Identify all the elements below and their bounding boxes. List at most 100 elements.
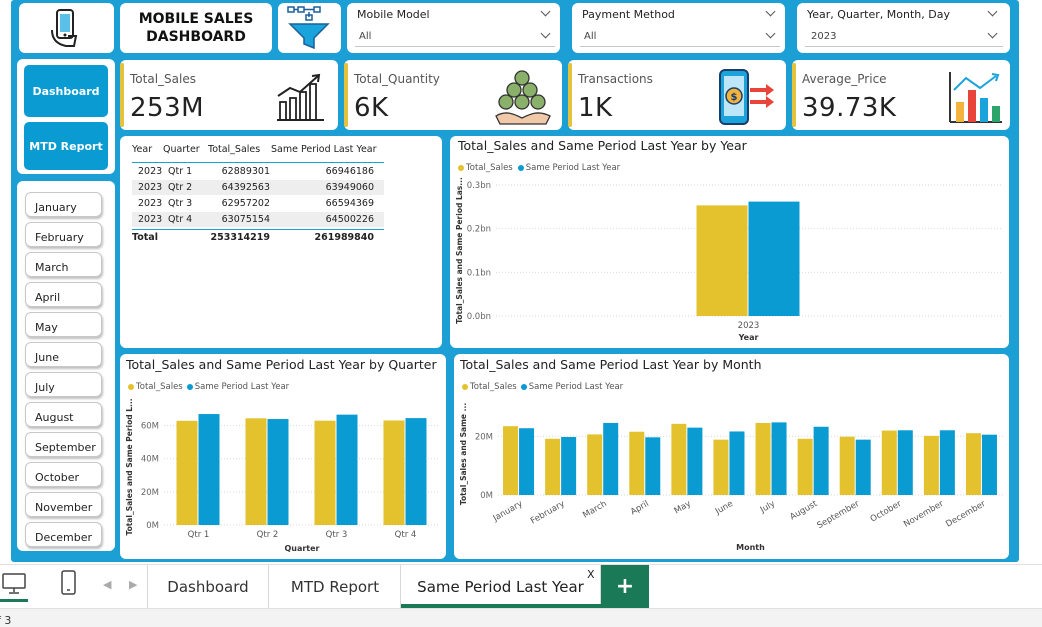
slicer-mobile-model-title: Mobile Model [357,8,430,21]
table-cell-quarter: Qtr 3 [168,198,193,209]
table-header: Year [132,144,153,155]
bar-total-sales-september[interactable] [839,436,855,495]
bar-same-period-december[interactable] [981,434,997,495]
bar-total-sales-april[interactable] [629,431,645,495]
kpi-total-quantity: Total_Quantity 6K [344,60,562,130]
chevron-down-icon[interactable] [540,6,551,17]
month-button-june[interactable]: June [25,342,102,367]
bar-total-sales-qtr-4[interactable] [383,420,405,525]
plus-icon: + [615,574,635,599]
x-tick-label: January [491,499,525,524]
y-tick-label: 0.2bn [467,225,491,235]
desktop-view-icon[interactable] [0,572,30,596]
mobile-view-icon[interactable] [59,569,79,597]
month-button-april[interactable]: April [25,282,102,307]
slicer-mobile-model-dropdown[interactable]: All [355,26,555,47]
y-tick-label: 0.3bn [467,181,491,191]
kpi-title: Total_Quantity [354,72,440,86]
bar-same-period-april[interactable] [645,437,661,495]
chevron-down-icon[interactable] [540,28,551,39]
bar-same-period-march[interactable] [603,422,619,495]
kpi-average-price: Average_Price 39.73K [792,60,1010,130]
y-tick-label: 40M [141,455,159,465]
bar-total-sales-qtr-3[interactable] [314,420,336,525]
tab-dashboard[interactable]: Dashboard [148,565,269,608]
bar-same-period-january[interactable] [519,428,535,495]
kpi-value: 39.73K [802,93,897,123]
kpi-title: Average_Price [802,72,887,86]
month-button-november[interactable]: November [25,492,102,517]
month-button-march[interactable]: March [25,252,102,277]
bar-total-sales-august[interactable] [797,438,813,495]
bar-same-period-may[interactable] [687,427,703,495]
x-axis-label: Month [736,543,765,552]
bar-same-period-july[interactable] [771,422,787,495]
bar-total-sales-qtr-1[interactable] [176,420,198,525]
month-button-october[interactable]: October [25,462,102,487]
tab-mtd-report[interactable]: MTD Report [270,565,401,608]
kpi-accent [120,63,124,127]
tab-close-icon[interactable]: X [587,568,595,581]
bar-same-period-qtr-4[interactable] [405,418,427,525]
month-button-december[interactable]: December [25,522,102,547]
bar-same-period-september[interactable] [855,439,871,495]
bar-same-period-october[interactable] [897,430,913,495]
bar-total-sales-2023[interactable] [696,205,748,316]
line-chart-icon [277,73,324,121]
bar-same-period-qtr-2[interactable] [267,419,289,525]
table-cell-year: 2023 [138,166,163,177]
bar-total-sales-february[interactable] [545,438,561,495]
bar-total-sales-december[interactable] [965,433,981,495]
bar-total-sales-qtr-2[interactable] [245,418,267,525]
bar-total-sales-january[interactable] [503,426,519,495]
tab-same-period-last-year[interactable]: Same Period Last Year [401,565,601,608]
chevron-down-icon[interactable] [765,28,776,39]
quarter-table-card: Year Quarter Total_Sales Same Period Last Y… [120,136,442,348]
chevron-down-icon[interactable] [987,6,998,17]
bar-same-period-august[interactable] [813,426,829,495]
bar-same-period-june[interactable] [729,431,745,495]
x-tick-label: February [529,499,567,526]
desktop-view-underline [0,599,28,602]
x-tick-label: Qtr 4 [395,530,417,540]
slicer-payment-method-value: All [584,31,597,42]
nav-mtd-report-button[interactable]: MTD Report [24,122,108,170]
bar-same-period-qtr-3[interactable] [336,414,358,525]
add-page-button[interactable]: + [601,565,649,608]
month-button-september[interactable]: September [25,432,102,457]
y-tick-label: 0.0bn [467,312,491,322]
nav-dashboard-button[interactable]: Dashboard [24,65,108,117]
slicer-mobile-model[interactable]: Mobile Model All [347,3,560,53]
month-button-july[interactable]: July [25,372,102,397]
table-total-divider [132,229,384,230]
bar-chart-icon [949,72,1002,123]
slicer-date-dropdown[interactable]: 2023 [805,26,1003,47]
month-button-may[interactable]: May [25,312,102,337]
bar-total-sales-october[interactable] [881,430,897,495]
bar-same-period-2023[interactable] [748,201,800,316]
bar-same-period-february[interactable] [561,437,577,495]
bar-total-sales-march[interactable] [587,434,603,495]
month-button-august[interactable]: August [25,402,102,427]
slicer-payment-method-dropdown[interactable]: All [580,26,780,47]
logo-card [19,3,114,53]
bar-same-period-november[interactable] [939,430,955,495]
month-button-january[interactable]: January [25,192,102,217]
chart-by-year-card: Total_Sales and Same Period Last Year by… [450,136,1009,348]
y-tick-label: 20M [141,488,159,498]
chart-by-month-card: Total_Sales and Same Period Last Year by… [454,354,1009,559]
bar-total-sales-june[interactable] [713,439,729,495]
bar-same-period-qtr-1[interactable] [198,414,220,525]
chevron-down-icon[interactable] [987,28,998,39]
status-bar: f 3 [0,608,1042,627]
table-cell-total-sales: 62957202 [221,198,270,209]
scroll-left-icon[interactable]: ◀ [103,578,111,591]
chevron-down-icon[interactable] [765,6,776,17]
month-button-february[interactable]: February [25,222,102,247]
slicer-date[interactable]: Year, Quarter, Month, Day 2023 [797,3,1010,53]
bar-total-sales-july[interactable] [755,422,771,495]
bar-total-sales-may[interactable] [671,423,687,495]
bar-total-sales-november[interactable] [923,435,939,495]
scroll-right-icon[interactable]: ▶ [129,578,137,591]
slicer-payment-method[interactable]: Payment Method All [572,3,785,53]
